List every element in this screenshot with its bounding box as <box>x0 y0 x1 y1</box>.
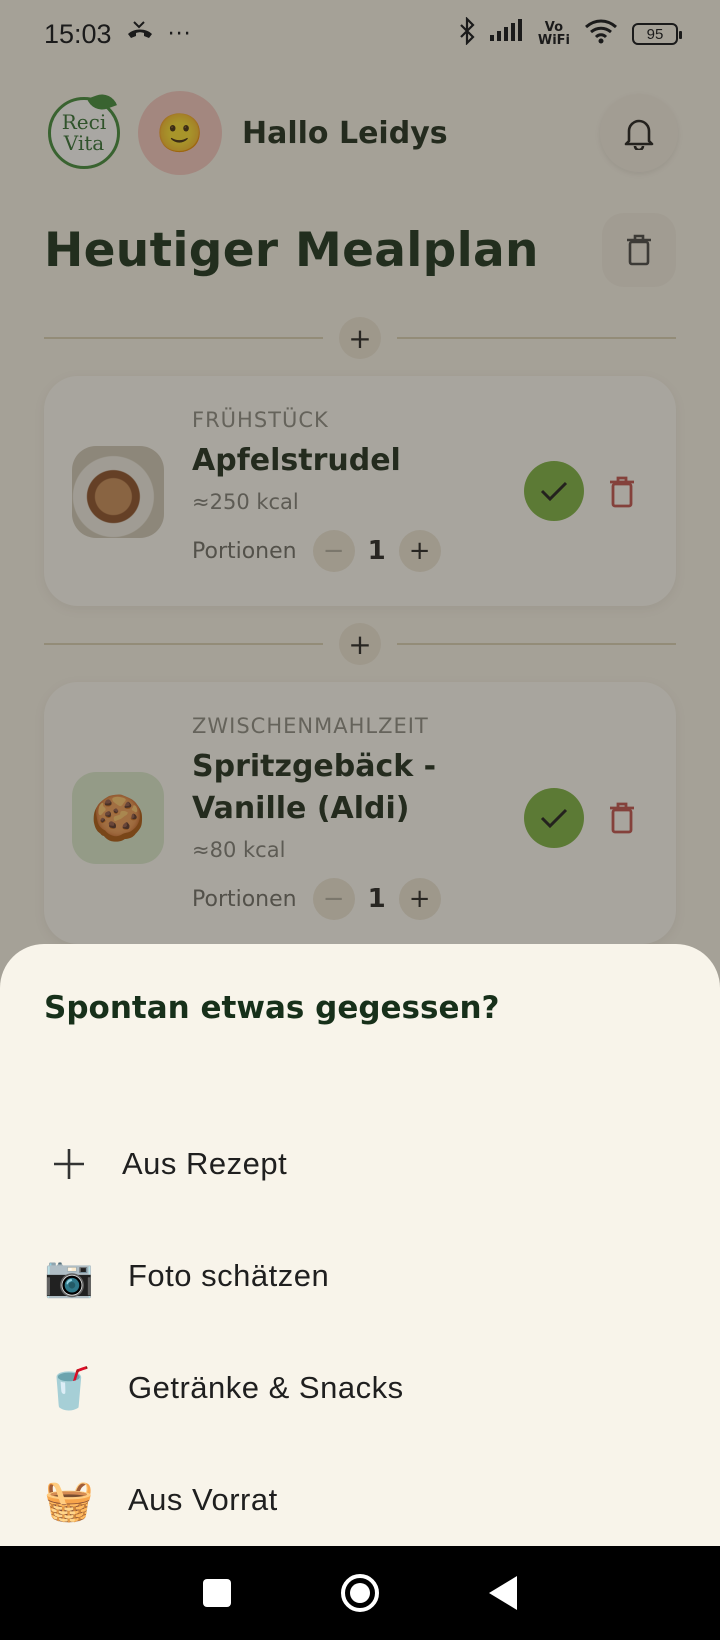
option-drinks-snacks[interactable]: 🥤 Getränke & Snacks <box>0 1338 720 1438</box>
option-label: Foto schätzen <box>128 1258 330 1293</box>
bluetooth-icon <box>458 15 476 52</box>
clock: 15:03 <box>44 18 112 49</box>
option-from-recipe[interactable]: Aus Rezept <box>0 1114 720 1214</box>
cup-icon: 🥤 <box>44 1365 94 1412</box>
option-label: Getränke & Snacks <box>128 1370 404 1405</box>
more-notifications-icon: ··· <box>167 21 192 47</box>
vowifi-icon: Vo WiFi <box>537 20 570 48</box>
camera-icon: 📷 <box>44 1253 94 1300</box>
plus-icon <box>44 1139 94 1189</box>
basket-icon: 🧺 <box>44 1477 94 1524</box>
option-label: Aus Vorrat <box>128 1482 278 1517</box>
status-bar: 15:03 ··· Vo WiFi 95 <box>0 0 720 68</box>
system-nav-bar <box>0 1546 720 1640</box>
sheet-title: Spontan etwas gegessen? <box>44 990 500 1026</box>
home-button[interactable] <box>341 1574 379 1612</box>
wifi-icon <box>584 18 618 51</box>
option-label: Aus Rezept <box>122 1146 288 1181</box>
battery-icon: 95 <box>632 23 682 45</box>
bottom-sheet: Spontan etwas gegessen? Aus Rezept 📷 Fot… <box>0 944 720 1546</box>
signal-icon <box>489 18 524 50</box>
option-from-pantry[interactable]: 🧺 Aus Vorrat <box>0 1450 720 1550</box>
option-photo-estimate[interactable]: 📷 Foto schätzen <box>0 1226 720 1326</box>
back-button[interactable] <box>489 1576 517 1610</box>
missed-call-icon <box>126 19 154 49</box>
recents-button[interactable] <box>203 1579 231 1607</box>
